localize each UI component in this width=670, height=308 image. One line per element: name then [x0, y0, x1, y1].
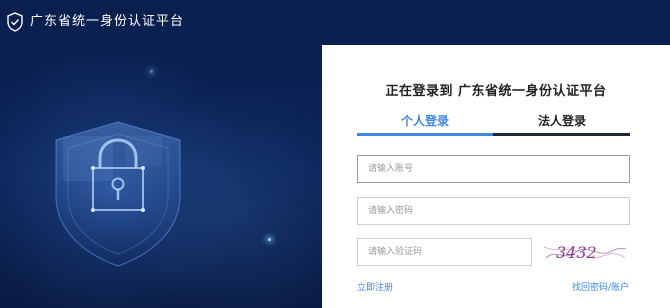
recover-account-link[interactable]: 找回密码/账户 [572, 280, 629, 293]
header: 广东省统一身份认证平台 [0, 0, 670, 42]
register-link[interactable]: 立即注册 [357, 280, 393, 293]
tab-personal-login[interactable]: 个人登录 [357, 111, 493, 131]
tab-divider [493, 133, 630, 136]
account-input[interactable] [357, 155, 630, 183]
tab-legal-login[interactable]: 法人登录 [494, 111, 630, 131]
active-tab-indicator [357, 133, 493, 136]
captcha-text: 3432 [556, 243, 597, 262]
captcha-input[interactable] [357, 238, 532, 266]
sparkle [150, 70, 153, 73]
shield-lock-icon [55, 121, 181, 267]
captcha-image[interactable]: 3432 [542, 238, 627, 266]
password-input[interactable] [357, 197, 630, 225]
login-tabs: 个人登录 法人登录 [357, 111, 630, 136]
login-panel: 正在登录到 广东省统一身份认证平台 个人登录 法人登录 3432 立即注册 找回… [322, 45, 670, 308]
shield-check-icon [7, 12, 23, 32]
login-title: 正在登录到 广东省统一身份认证平台 [385, 84, 607, 99]
header-title: 广东省统一身份认证平台 [30, 14, 185, 29]
sparkle [268, 238, 271, 241]
